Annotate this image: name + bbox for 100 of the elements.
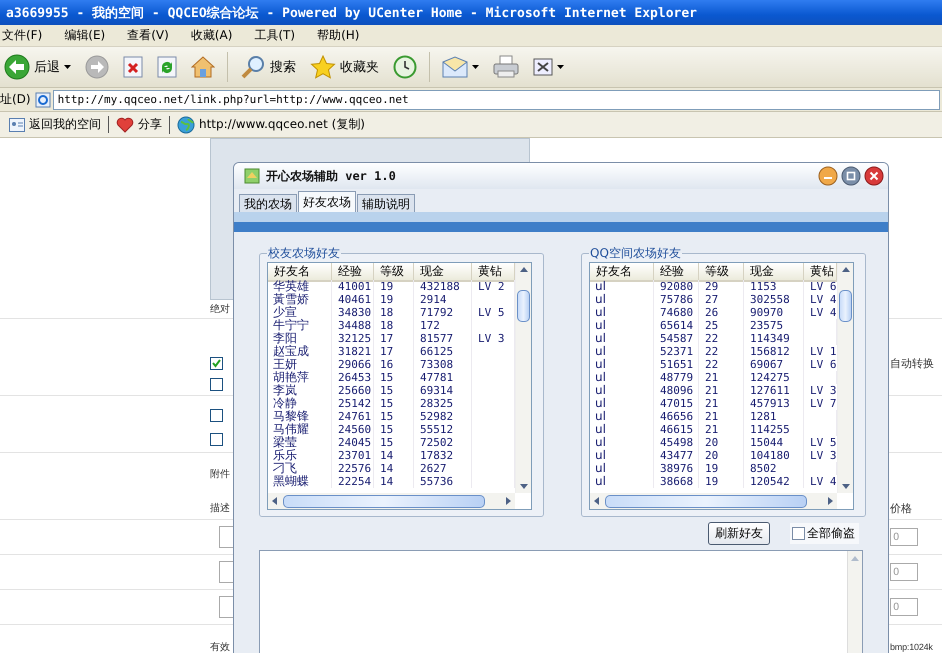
vertical-scrollbar[interactable] xyxy=(515,263,531,493)
minimize-button[interactable] xyxy=(818,166,838,186)
column-header[interactable]: 现金 xyxy=(744,263,804,282)
table-cell: 114255 xyxy=(744,423,804,436)
table-cell: 17 xyxy=(374,345,414,358)
address-field[interactable]: http://my.qqceo.net/link.php?url=http://www.qqceo.net xyxy=(52,90,940,110)
document-icon xyxy=(533,57,553,77)
tab[interactable]: 我的农场 xyxy=(239,194,297,212)
table-cell: 20 xyxy=(699,436,744,449)
link[interactable]: 分享 xyxy=(108,116,169,133)
table-cell: 21 xyxy=(699,397,744,410)
table-cell: 172 xyxy=(414,319,472,332)
table-cell: 15 xyxy=(374,384,414,397)
back-button[interactable]: 后退 xyxy=(0,52,75,82)
checkbox[interactable] xyxy=(210,408,223,422)
home-icon xyxy=(191,56,215,78)
table-cell: 38668 xyxy=(654,475,699,488)
table-cell: ul xyxy=(590,397,654,410)
table-cell: 19 xyxy=(374,293,414,306)
globe-icon xyxy=(177,116,195,134)
table-cell: 22254 xyxy=(332,475,374,488)
tab[interactable]: 好友农场 xyxy=(298,191,356,212)
table-cell: 梁莹 xyxy=(268,436,332,449)
menu-item[interactable]: 工具(T) xyxy=(252,27,298,44)
heart-icon xyxy=(116,116,134,132)
table-cell: 19 xyxy=(374,280,414,293)
table-cell: 牛宁宁 xyxy=(268,319,332,332)
attachment-label: 附件 xyxy=(210,468,230,481)
table-cell: 15 xyxy=(374,371,414,384)
table-cell: 22 xyxy=(699,345,744,358)
table-cell: ul xyxy=(590,358,654,371)
horizontal-scrollbar[interactable] xyxy=(590,493,837,509)
table-cell: 55512 xyxy=(414,423,472,436)
column-header[interactable]: 经验 xyxy=(654,263,699,282)
search-button[interactable]: 搜索 xyxy=(236,52,300,82)
table-cell: ul xyxy=(590,436,654,449)
link[interactable]: 返回我的空间 xyxy=(2,116,108,133)
refresh-icon xyxy=(157,56,177,78)
table-cell: ul xyxy=(590,462,654,475)
column-header[interactable]: 经验 xyxy=(332,263,374,282)
table-cell: 17832 xyxy=(414,449,472,462)
checkbox[interactable] xyxy=(792,526,805,540)
favorites-button[interactable]: 收藏夹 xyxy=(306,53,383,81)
tab[interactable]: 辅助说明 xyxy=(357,194,415,212)
column-header[interactable]: 等级 xyxy=(374,263,414,282)
maximize-button[interactable] xyxy=(841,166,861,186)
checkbox[interactable] xyxy=(210,378,223,390)
link[interactable]: http://www.qqceo.net (复制) xyxy=(169,116,372,134)
table-cell: 104180 xyxy=(744,449,804,462)
table-cell: 24560 xyxy=(332,423,374,436)
table-cell: 40461 xyxy=(332,293,374,306)
table-cell: 华英雄 xyxy=(268,280,332,293)
column-header[interactable]: 现金 xyxy=(414,263,472,282)
table-cell: 15044 xyxy=(744,436,804,449)
table-cell: 51651 xyxy=(654,358,699,371)
column-header[interactable]: 黄钻 xyxy=(472,263,515,282)
vertical-scrollbar[interactable] xyxy=(837,263,853,493)
table-cell: 14 xyxy=(374,462,414,475)
menu-item[interactable]: 帮助(H) xyxy=(315,27,362,44)
menu-item[interactable]: 编辑(E) xyxy=(62,27,108,44)
table-cell: 17 xyxy=(374,332,414,345)
group-title: 校友农场好友 xyxy=(267,245,341,262)
column-header[interactable]: 黄钻 xyxy=(804,263,837,282)
menu-item[interactable]: 查看(V) xyxy=(125,27,171,44)
table-cell: 54587 xyxy=(654,332,699,345)
menu-item[interactable]: 收藏(A) xyxy=(188,27,234,44)
clock-icon xyxy=(393,55,417,79)
column-header[interactable]: 等级 xyxy=(699,263,744,282)
table-cell: 432188 xyxy=(414,280,472,293)
table-cell: 25142 xyxy=(332,397,374,410)
table-cell: ul xyxy=(590,384,654,397)
table-cell: ul xyxy=(590,423,654,436)
table-cell: 李岚 xyxy=(268,384,332,397)
horizontal-scrollbar[interactable] xyxy=(268,493,515,509)
table-cell: 19 xyxy=(699,475,744,488)
checkbox[interactable] xyxy=(210,432,223,446)
table-cell: 156812 xyxy=(744,345,804,358)
table-cell: 92080 xyxy=(654,280,699,293)
window-title: a3669955 - 我的空间 - QQCEO综合论坛 - Powered by UCenter Home - Microsoft Internet Explorer xyxy=(6,4,697,22)
table-cell: 15 xyxy=(374,423,414,436)
close-button[interactable] xyxy=(864,166,884,186)
vertical-scrollbar[interactable] xyxy=(847,551,862,653)
table-cell: 26 xyxy=(699,306,744,319)
table-cell: 刁飞 xyxy=(268,462,332,475)
table-cell: 21 xyxy=(699,384,744,397)
table-cell: 25 xyxy=(699,319,744,332)
table-cell: 127611 xyxy=(744,384,804,397)
table-cell: ul xyxy=(590,280,654,293)
table-cell: 71792 xyxy=(414,306,472,319)
printer-icon xyxy=(493,55,519,79)
menu-item[interactable]: 文件(F) xyxy=(0,27,44,44)
refresh-friends-button[interactable]: 刷新好友 xyxy=(708,522,770,544)
table-cell: 120542 xyxy=(744,475,804,488)
checkbox[interactable] xyxy=(210,356,223,370)
column-header[interactable]: 好友名 xyxy=(590,263,654,282)
table-cell: 15 xyxy=(374,436,414,449)
star-icon xyxy=(310,55,336,79)
table-cell: 8502 xyxy=(744,462,804,475)
address-label: 址(D) xyxy=(0,91,31,108)
table-cell: 黑蝴蝶 xyxy=(268,475,332,488)
